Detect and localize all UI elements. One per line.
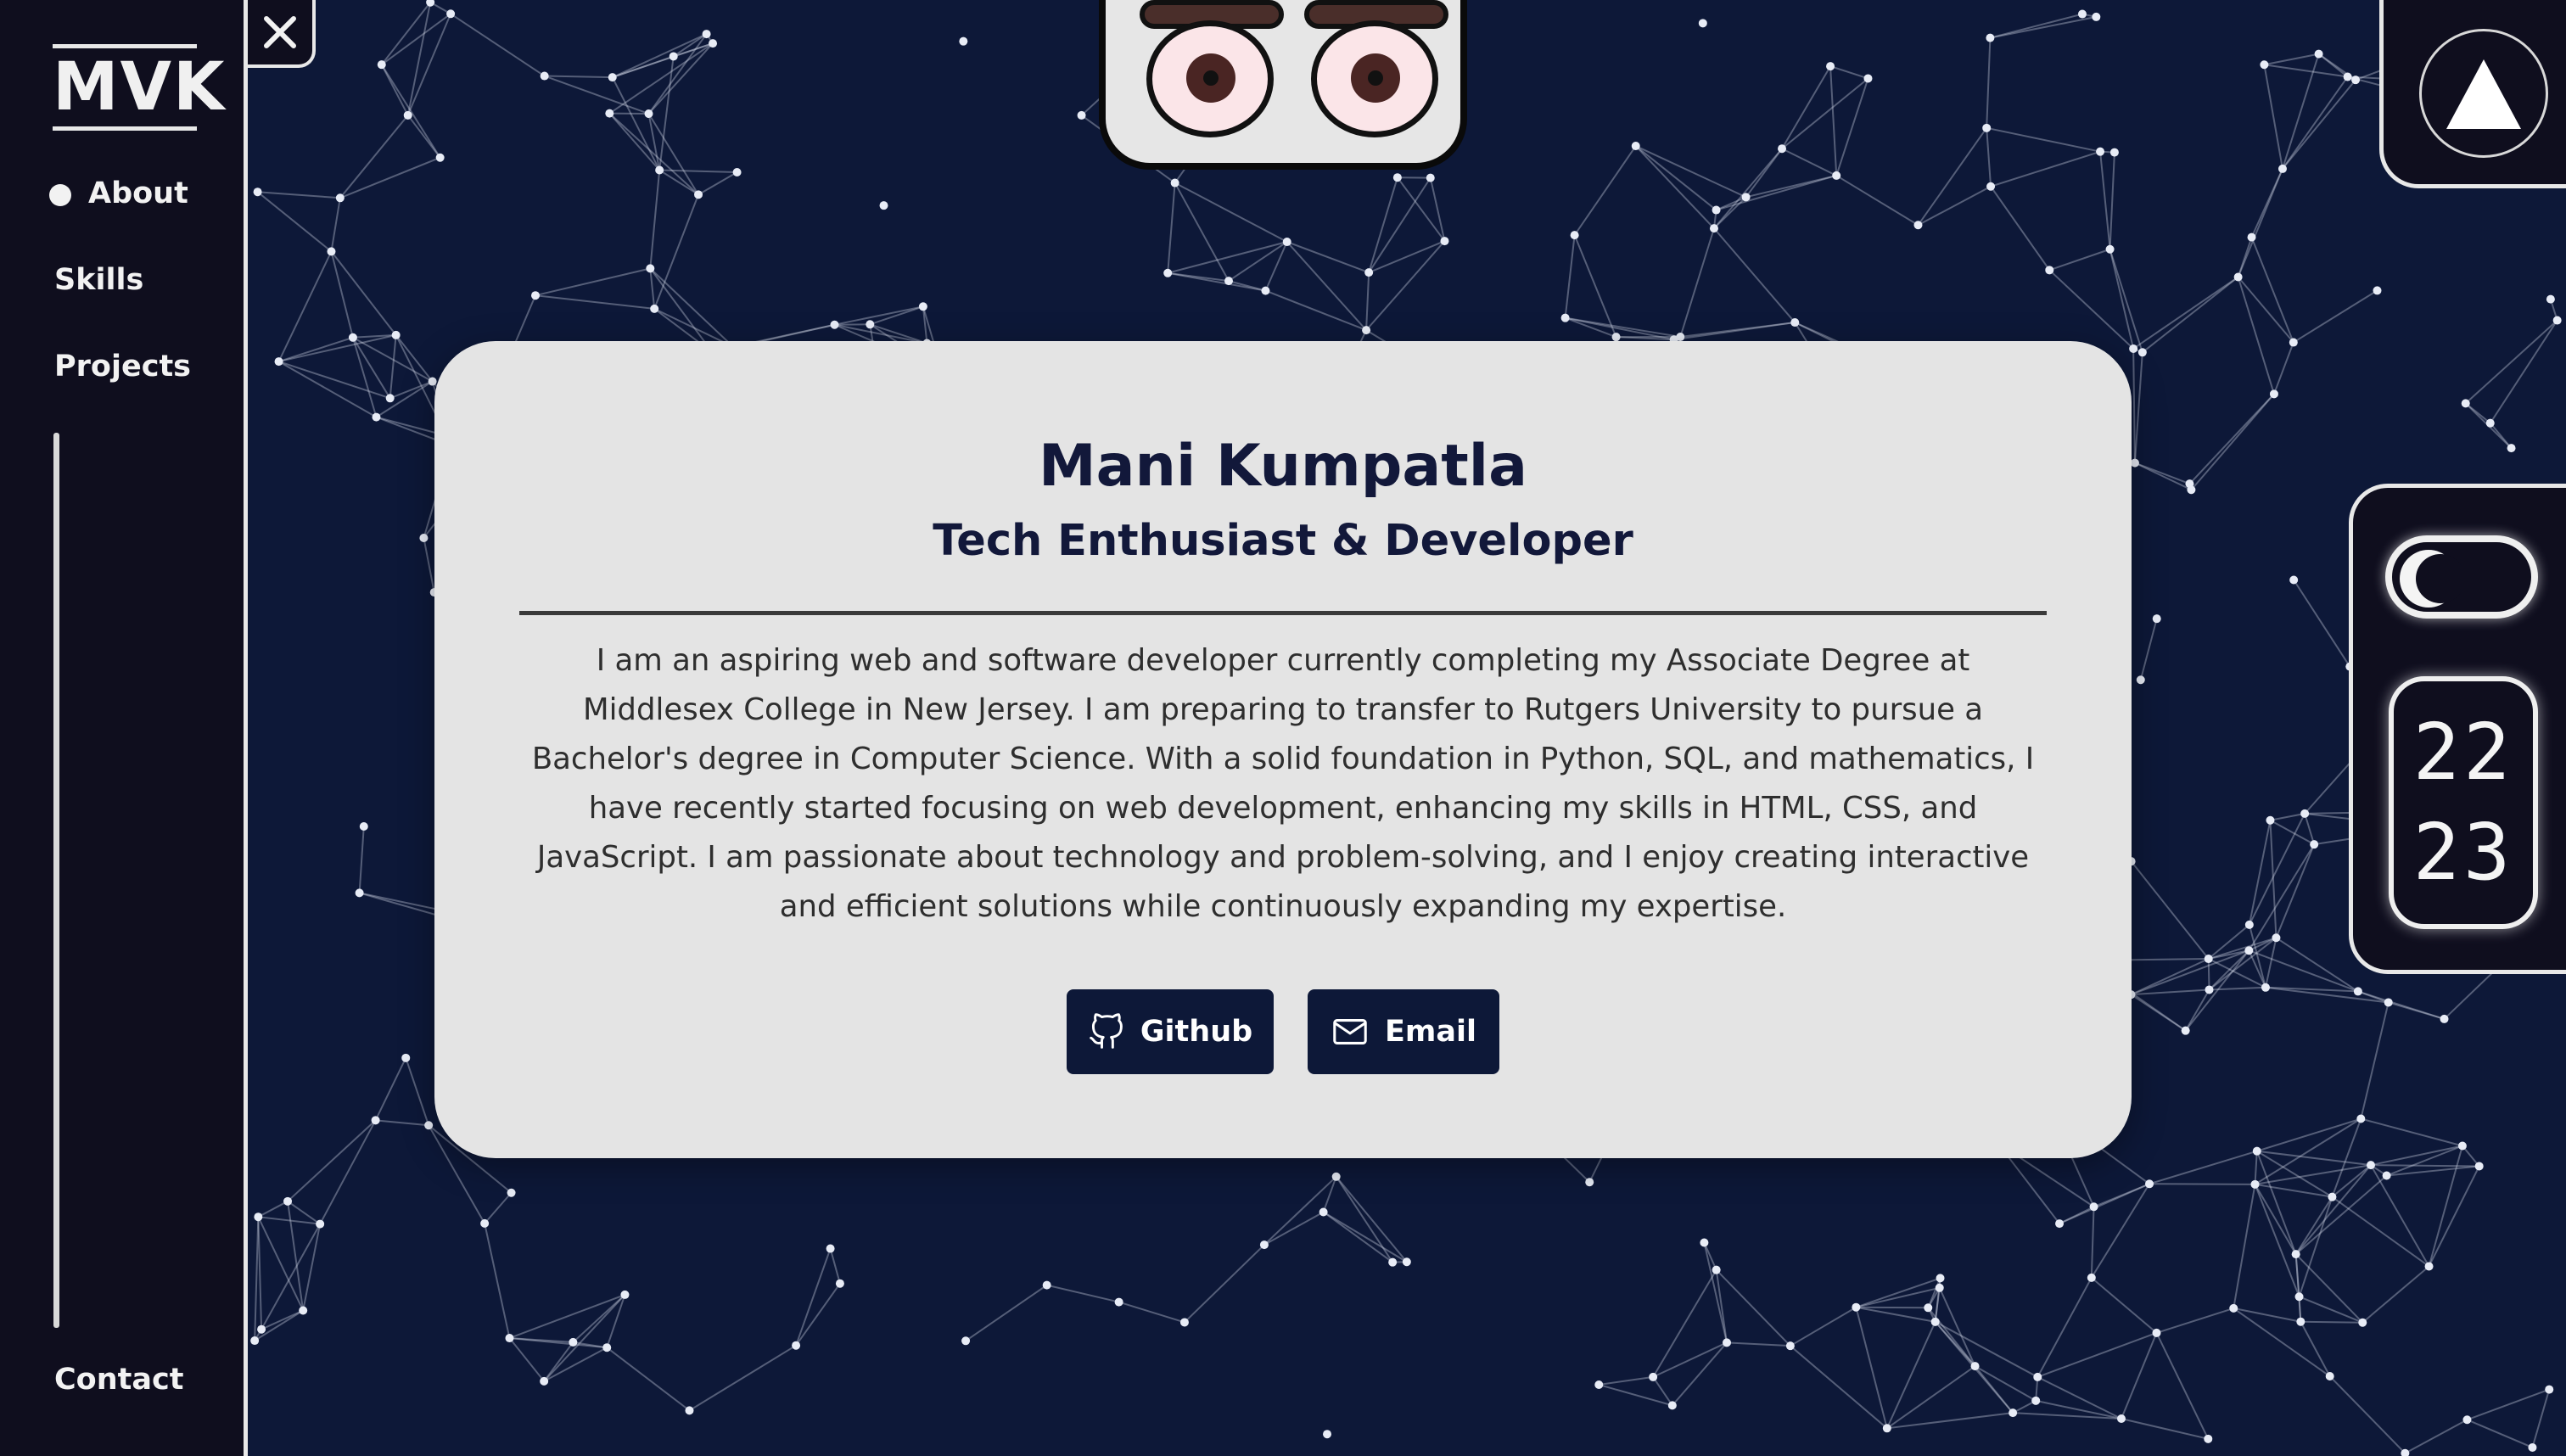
theme-toggle[interactable] <box>2385 535 2538 619</box>
logo[interactable]: MVK <box>53 44 224 131</box>
github-button-label: Github <box>1140 1015 1253 1049</box>
scroll-top-button[interactable] <box>2379 0 2566 188</box>
github-icon <box>1090 1013 1123 1049</box>
sidebar: MVK About Skills Projects Contact <box>0 0 248 1456</box>
left-eye <box>1146 20 1274 137</box>
nav-item-skills[interactable]: Skills <box>54 263 143 297</box>
profile-name: Mani Kumpatla <box>1039 433 1527 500</box>
nav-item-projects[interactable]: Projects <box>54 350 191 384</box>
right-pupil <box>1351 53 1400 103</box>
close-icon <box>264 16 296 48</box>
moon-icon <box>2400 550 2462 608</box>
nav-item-about[interactable]: About <box>88 176 188 210</box>
nav-scroll-track <box>53 433 59 1328</box>
triangle-up-icon <box>2446 59 2521 129</box>
profile-card: Mani Kumpatla Tech Enthusiast & Develope… <box>434 341 2132 1158</box>
email-button[interactable]: Email <box>1308 989 1499 1074</box>
close-sidebar-button[interactable] <box>248 0 316 68</box>
nav-item-contact[interactable]: Contact <box>54 1363 183 1397</box>
clock-hours: 22 <box>2412 707 2514 798</box>
digital-clock: 22 23 <box>2389 676 2538 929</box>
github-button[interactable]: Github <box>1067 989 1274 1074</box>
widget-panel: 22 23 <box>2349 484 2566 974</box>
right-eye <box>1311 20 1438 137</box>
profile-bio: I am an aspiring web and software develo… <box>531 643 2035 924</box>
clock-minutes: 23 <box>2412 807 2514 898</box>
eyes-mascot <box>1099 0 1467 170</box>
email-button-label: Email <box>1385 1015 1476 1049</box>
left-pupil <box>1186 53 1235 103</box>
active-nav-indicator <box>49 184 71 206</box>
mail-icon <box>1333 1019 1367 1044</box>
profile-title: Tech Enthusiast & Developer <box>933 516 1633 566</box>
card-divider <box>519 611 2047 615</box>
